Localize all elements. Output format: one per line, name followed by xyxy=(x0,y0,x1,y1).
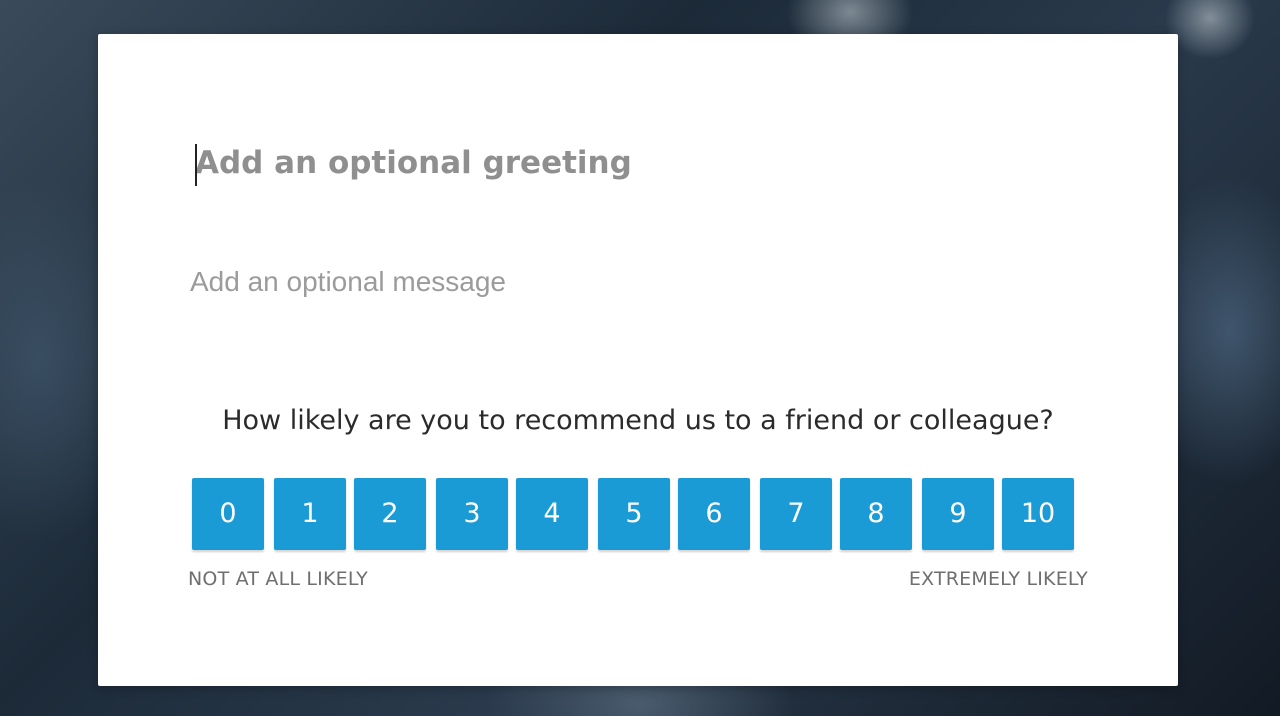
message-input[interactable] xyxy=(190,262,990,302)
scale-high-label: EXTREMELY LIKELY xyxy=(908,568,1088,590)
score-button-3[interactable]: 3 xyxy=(436,478,508,550)
survey-card: How likely are you to recommend us to a … xyxy=(98,34,1178,686)
nps-scale: 0 1 2 3 4 5 6 7 8 9 10 xyxy=(192,478,1082,550)
score-button-6[interactable]: 6 xyxy=(678,478,750,550)
score-button-7[interactable]: 7 xyxy=(760,478,832,550)
text-caret xyxy=(195,144,197,186)
score-button-2[interactable]: 2 xyxy=(354,478,426,550)
score-button-8[interactable]: 8 xyxy=(840,478,912,550)
score-button-10[interactable]: 10 xyxy=(1002,478,1074,550)
score-button-5[interactable]: 5 xyxy=(598,478,670,550)
score-button-4[interactable]: 4 xyxy=(516,478,588,550)
score-button-1[interactable]: 1 xyxy=(274,478,346,550)
greeting-input[interactable] xyxy=(193,141,895,185)
scale-low-label: NOT AT ALL LIKELY xyxy=(188,568,368,590)
nps-question: How likely are you to recommend us to a … xyxy=(222,405,1054,436)
score-button-0[interactable]: 0 xyxy=(192,478,264,550)
score-button-9[interactable]: 9 xyxy=(922,478,994,550)
